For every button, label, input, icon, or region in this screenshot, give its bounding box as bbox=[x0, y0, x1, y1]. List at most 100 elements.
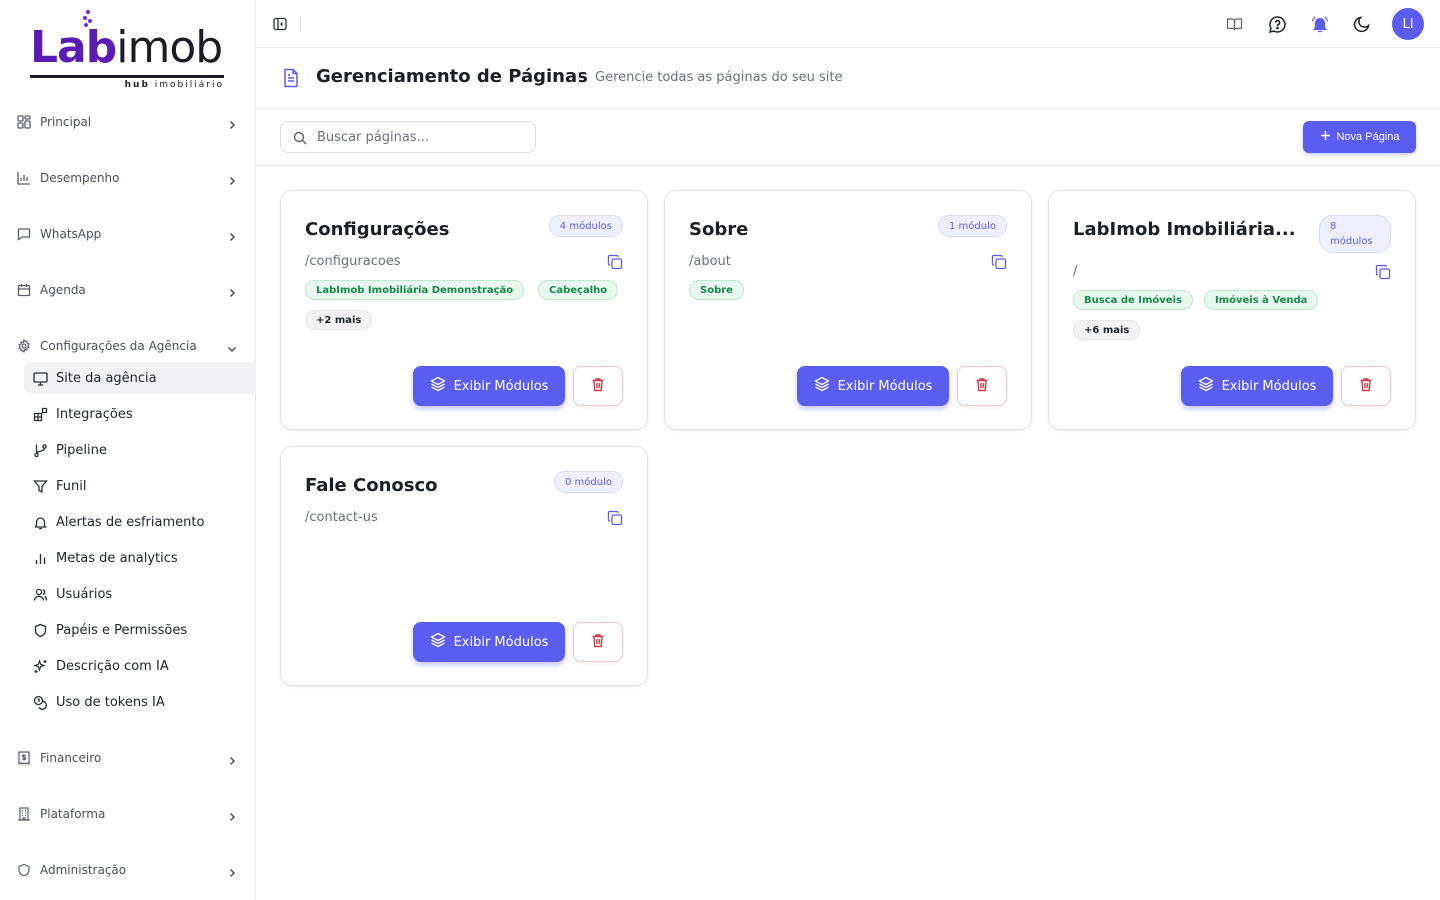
search-input[interactable] bbox=[317, 129, 517, 145]
sidebar-item-site-agencia[interactable]: Site da agência bbox=[24, 362, 256, 394]
sidebar-toggle-icon[interactable] bbox=[270, 14, 290, 34]
page-title: Gerenciamento de Páginas bbox=[316, 66, 588, 87]
show-modules-button[interactable]: Exibir Módulos bbox=[797, 366, 949, 406]
message-square-icon bbox=[16, 226, 32, 242]
sidebar-item-label: Site da agência bbox=[56, 370, 157, 386]
new-page-button[interactable]: Nova Página bbox=[1303, 121, 1416, 153]
trash-icon bbox=[591, 377, 605, 395]
more-tags-badge: +6 mais bbox=[1073, 320, 1141, 340]
delete-page-button[interactable] bbox=[573, 622, 623, 662]
chevron-down-icon bbox=[226, 340, 238, 353]
layers-icon bbox=[813, 376, 830, 396]
card-title: LabImob Imobiliária... bbox=[1073, 219, 1296, 240]
section-tag: Busca de Imóveis bbox=[1073, 290, 1193, 310]
shield-icon bbox=[16, 862, 32, 878]
book-open-icon[interactable] bbox=[1222, 12, 1246, 36]
sidebar: Labimob hub imobiliário Principal Desemp… bbox=[0, 0, 256, 900]
topbar: LI bbox=[256, 0, 1440, 48]
sidebar-group-label: Administração bbox=[40, 863, 127, 877]
show-modules-button[interactable]: Exibir Módulos bbox=[1181, 366, 1333, 406]
brand-logo[interactable]: Labimob hub imobiliário bbox=[30, 8, 226, 96]
sidebar-group-principal[interactable]: Principal bbox=[0, 102, 256, 142]
calendar-icon bbox=[16, 282, 32, 298]
sidebar-group-label: Desempenho bbox=[40, 171, 120, 185]
sidebar-item-tokens-ia[interactable]: Uso de tokens IA bbox=[24, 686, 256, 718]
bell-icon bbox=[32, 514, 48, 530]
copy-icon[interactable] bbox=[991, 254, 1007, 270]
page-header: Gerenciamento de Páginas Gerencie todas … bbox=[256, 48, 1440, 109]
section-tag: LabImob Imobiliária Demonstração bbox=[305, 280, 525, 300]
sidebar-item-label: Integrações bbox=[56, 406, 133, 422]
page-card-sobre[interactable]: Sobre 1 módulo /about Sobre Exibir Módul… bbox=[664, 190, 1032, 430]
chevron-right-icon bbox=[226, 116, 238, 130]
sidebar-item-metas-analytics[interactable]: Metas de analytics bbox=[24, 542, 256, 574]
sidebar-item-usuarios[interactable]: Usuários bbox=[24, 578, 256, 610]
blocks-icon bbox=[32, 406, 48, 422]
shield-icon bbox=[32, 622, 48, 638]
copy-icon[interactable] bbox=[607, 510, 623, 526]
sidebar-group-financeiro[interactable]: Financeiro bbox=[0, 738, 256, 778]
sidebar-group-whatsapp[interactable]: WhatsApp bbox=[0, 214, 256, 254]
show-modules-label: Exibir Módulos bbox=[1221, 378, 1317, 394]
sidebar-group-configuracoes-agencia[interactable]: Configurações da Agência bbox=[0, 326, 256, 366]
logo-underline bbox=[30, 75, 224, 78]
more-tags-badge: +2 mais bbox=[305, 310, 373, 330]
layers-icon bbox=[429, 376, 446, 396]
sidebar-item-pipeline[interactable]: Pipeline bbox=[24, 434, 256, 466]
section-tag: Sobre bbox=[689, 280, 744, 300]
bar-chart-icon bbox=[16, 170, 32, 186]
layers-icon bbox=[1197, 376, 1214, 396]
sidebar-item-papeis-permissoes[interactable]: Papéis e Permissões bbox=[24, 614, 256, 646]
copy-icon[interactable] bbox=[607, 254, 623, 270]
delete-page-button[interactable] bbox=[1341, 366, 1391, 406]
delete-page-button[interactable] bbox=[573, 366, 623, 406]
delete-page-button[interactable] bbox=[957, 366, 1007, 406]
gear-icon bbox=[16, 338, 32, 354]
show-modules-label: Exibir Módulos bbox=[453, 634, 549, 650]
section-tag: Cabeçalho bbox=[538, 280, 619, 300]
chevron-right-icon bbox=[226, 228, 238, 242]
users-icon bbox=[32, 586, 48, 602]
sidebar-group-label: Configurações da Agência bbox=[40, 339, 197, 353]
copy-icon[interactable] bbox=[1375, 264, 1391, 280]
sidebar-item-alertas[interactable]: Alertas de esfriamento bbox=[24, 506, 256, 538]
sidebar-item-label: Uso de tokens IA bbox=[56, 694, 165, 710]
help-chat-icon[interactable] bbox=[1265, 12, 1289, 36]
show-modules-label: Exibir Módulos bbox=[453, 378, 549, 394]
bell-ringing-icon[interactable] bbox=[1308, 12, 1332, 36]
section-tag: Imóveis à Venda bbox=[1204, 290, 1319, 310]
chevron-right-icon bbox=[226, 864, 238, 878]
building-icon bbox=[16, 806, 32, 822]
moon-icon[interactable] bbox=[1350, 12, 1374, 36]
sidebar-group-administracao[interactable]: Administração bbox=[0, 850, 256, 890]
page-card-fale-conosco[interactable]: Fale Conosco 0 módulo /contact-us Exibir… bbox=[280, 446, 648, 686]
git-branch-icon bbox=[32, 442, 48, 458]
sidebar-group-plataforma[interactable]: Plataforma bbox=[0, 794, 256, 834]
sidebar-item-integracoes[interactable]: Integrações bbox=[24, 398, 256, 430]
user-avatar[interactable]: LI bbox=[1392, 8, 1424, 40]
search-icon bbox=[293, 130, 307, 145]
sidebar-item-label: Papéis e Permissões bbox=[56, 622, 188, 638]
chevron-right-icon bbox=[226, 284, 238, 298]
page-card-configuracoes[interactable]: Configurações 4 módulos /configuracoes L… bbox=[280, 190, 648, 430]
show-modules-button[interactable]: Exibir Módulos bbox=[413, 622, 565, 662]
trash-icon bbox=[591, 633, 605, 651]
sidebar-group-agenda[interactable]: Agenda bbox=[0, 270, 256, 310]
search-box bbox=[280, 121, 536, 153]
modules-count-badge: 4 módulos bbox=[548, 215, 623, 237]
page-card-home[interactable]: LabImob Imobiliária... 8 módulos / Busca… bbox=[1048, 190, 1416, 430]
page-toolbar: Nova Página bbox=[256, 109, 1440, 166]
sidebar-group-desempenho[interactable]: Desempenho bbox=[0, 158, 256, 198]
modules-count-badge: 1 módulo bbox=[938, 215, 1007, 237]
funnel-icon bbox=[32, 478, 48, 494]
show-modules-button[interactable]: Exibir Módulos bbox=[413, 366, 565, 406]
plus-icon bbox=[1320, 130, 1331, 144]
sidebar-item-funil[interactable]: Funil bbox=[24, 470, 256, 502]
card-path: /configuracoes bbox=[305, 254, 401, 269]
sidebar-item-label: Descrição com IA bbox=[56, 658, 169, 674]
trash-icon bbox=[975, 377, 989, 395]
modules-count-badge: 8 módulos bbox=[1319, 215, 1391, 253]
sidebar-group-label: WhatsApp bbox=[40, 227, 102, 241]
card-title: Configurações bbox=[305, 219, 450, 240]
sidebar-item-descricao-ia[interactable]: Descrição com IA bbox=[24, 650, 256, 682]
